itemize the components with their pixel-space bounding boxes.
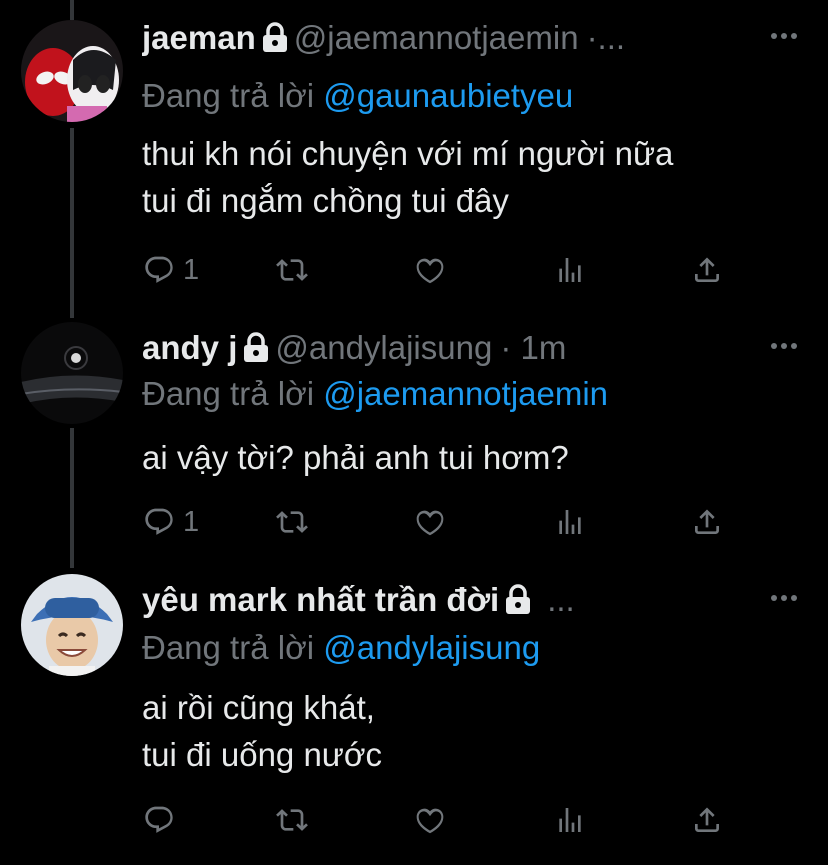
reply-count: 1 <box>183 505 200 538</box>
spiderman-pair-avatar <box>21 20 123 122</box>
lock-icon <box>243 327 269 372</box>
reply-context: Đang trả lời @gaunaubietyeu <box>142 72 573 120</box>
heart-icon <box>416 510 444 536</box>
retweet-icon <box>276 511 308 533</box>
reply-context: Đang trả lời @jaemannotjaemin <box>142 370 608 418</box>
tweet-text: ai vậy tời? phải anh tui hơm? <box>142 439 569 476</box>
tweet-actions: 1 <box>0 250 828 290</box>
share-button[interactable] <box>691 800 723 840</box>
like-button[interactable] <box>414 800 446 840</box>
display-name[interactable]: andy j <box>142 329 237 366</box>
retweet-button[interactable] <box>276 502 308 542</box>
retweet-button[interactable] <box>276 250 308 290</box>
share-button[interactable] <box>691 502 723 542</box>
tweet-header: yêu mark nhất trần đời... <box>142 576 758 624</box>
reply-label: Đang trả lời <box>142 77 315 114</box>
display-name[interactable]: jaeman <box>142 19 256 56</box>
dark-room-avatar <box>21 322 123 424</box>
tweet[interactable]: jaeman @jaemannotjaemin ·... Đang trả lời … <box>0 0 828 300</box>
tweet-header: andy j @andylajisung · 1m <box>142 324 758 372</box>
reply-label: Đang trả lời <box>142 629 315 666</box>
views-button[interactable] <box>554 502 586 542</box>
more-dots-icon[interactable] <box>770 588 798 608</box>
reply-icon <box>145 806 173 833</box>
tweet-actions <box>0 800 828 840</box>
views-button[interactable] <box>554 250 586 290</box>
retweet-icon <box>276 259 308 281</box>
reply-button[interactable] <box>143 800 183 840</box>
views-icon <box>559 258 581 282</box>
reply-button[interactable]: 1 <box>143 250 199 290</box>
retweet-icon <box>276 809 308 831</box>
reply-icon <box>145 508 173 535</box>
bucket-hat-avatar <box>21 574 123 676</box>
handle[interactable]: @andylajisung <box>275 329 492 366</box>
share-icon <box>695 257 719 282</box>
retweet-button[interactable] <box>276 800 308 840</box>
views-icon <box>559 510 581 534</box>
heart-icon <box>416 258 444 284</box>
share-button[interactable] <box>691 250 723 290</box>
reply-mention[interactable]: @gaunaubietyeu <box>323 77 573 114</box>
handle[interactable]: @jaemannotjaemin <box>294 19 579 56</box>
like-button[interactable] <box>414 502 446 542</box>
avatar[interactable] <box>21 574 123 676</box>
reply-icon <box>145 256 173 283</box>
reply-context: Đang trả lời @andylajisung <box>142 624 540 672</box>
reply-mention[interactable]: @jaemannotjaemin <box>323 375 608 412</box>
tweet-text: thui kh nói chuyện với mí người nữa tui … <box>142 135 674 219</box>
share-icon <box>695 509 719 534</box>
views-button[interactable] <box>554 800 586 840</box>
like-button[interactable] <box>414 250 446 290</box>
tweet[interactable]: yêu mark nhất trần đời... Đang trả lời @… <box>0 560 828 860</box>
avatar[interactable] <box>21 20 123 122</box>
more-dots-icon[interactable] <box>770 336 798 356</box>
reply-label: Đang trả lời <box>142 375 315 412</box>
lock-icon <box>262 17 288 62</box>
tweet-meta: · 1m <box>500 329 567 366</box>
reply-count: 1 <box>183 253 200 286</box>
tweet-meta: ... <box>547 581 575 618</box>
tweet[interactable]: andy j @andylajisung · 1m Đang trả lời @ja… <box>0 308 828 558</box>
views-icon <box>559 808 581 832</box>
reply-button[interactable]: 1 <box>143 502 199 542</box>
tweet-header: jaeman @jaemannotjaemin ·... <box>142 14 758 62</box>
share-icon <box>695 807 719 832</box>
tweet-meta: ·... <box>586 19 626 56</box>
more-dots-icon[interactable] <box>770 26 798 46</box>
display-name[interactable]: yêu mark nhất trần đời <box>142 581 499 618</box>
tweet-text: ai rồi cũng khát, tui đi uống nước <box>142 689 383 773</box>
avatar[interactable] <box>21 322 123 424</box>
tweet-actions: 1 <box>0 502 828 542</box>
lock-icon <box>505 579 531 624</box>
heart-icon <box>416 808 444 834</box>
reply-mention[interactable]: @andylajisung <box>323 629 540 666</box>
